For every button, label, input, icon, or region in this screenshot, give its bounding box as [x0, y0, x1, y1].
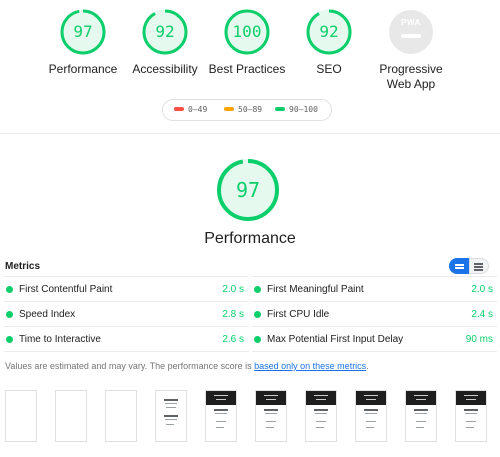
legend-average-label: 50–89: [238, 105, 263, 114]
legend-average: 50–89: [224, 105, 262, 114]
metric-name: First CPU Idle: [267, 309, 330, 320]
metrics-note: Values are estimated and may vary. The p…: [5, 361, 369, 371]
score-value: 100: [232, 22, 262, 41]
pwa-badge-icon: PWA: [389, 10, 433, 54]
pwa-label-line2: Web App: [386, 77, 436, 91]
filmstrip-frame: [355, 390, 387, 442]
pass-icon: [254, 336, 261, 343]
metric-name: First Meaningful Paint: [267, 284, 364, 295]
legend-fail: 0–49: [174, 105, 207, 114]
pass-icon: [254, 311, 261, 318]
pwa-dash: [401, 34, 421, 38]
score-ring: 97: [59, 8, 107, 56]
pass-icon: [6, 336, 13, 343]
pass-icon: [6, 311, 13, 318]
pwa-badge-text: PWA: [401, 18, 421, 27]
metric-value: 2.0 s: [222, 284, 244, 295]
note-text: Values are estimated and may vary. The p…: [5, 361, 255, 371]
metric-value: 90 ms: [465, 334, 493, 345]
metric-row: Time to Interactive 2.6 s: [4, 326, 249, 352]
metric-row: Speed Index 2.8 s: [4, 301, 249, 326]
filmstrip-frame: [105, 390, 137, 442]
score-ring: 92: [305, 8, 353, 56]
filmstrip: [0, 388, 500, 448]
gauge-pwa[interactable]: PWA Progressive Web App: [361, 8, 461, 92]
metrics-column-right: First Meaningful Paint 2.0 s First CPU I…: [252, 276, 497, 352]
legend-pass: 90–100: [275, 105, 318, 114]
expanded-view-icon[interactable]: [469, 258, 489, 274]
compact-view-icon[interactable]: [449, 258, 469, 274]
score-legend: 0–49 50–89 90–100: [162, 99, 332, 121]
metric-value: 2.0 s: [471, 284, 493, 295]
metric-name: Time to Interactive: [19, 334, 101, 345]
legend-fail-mark: [174, 107, 184, 111]
metric-row: First Meaningful Paint 2.0 s: [252, 276, 497, 301]
metric-row: First Contentful Paint 2.0 s: [4, 276, 249, 301]
legend-fail-label: 0–49: [188, 105, 208, 114]
metric-name: Speed Index: [19, 309, 76, 320]
performance-score-value: 97: [235, 178, 261, 202]
pass-icon: [6, 286, 13, 293]
score-ring: 92: [141, 8, 189, 56]
metrics-view-toggle[interactable]: [449, 258, 489, 274]
metric-name: First Contentful Paint: [19, 284, 113, 295]
legend-average-mark: [224, 107, 234, 111]
filmstrip-frame: [5, 390, 37, 442]
filmstrip-frame: [305, 390, 337, 442]
filmstrip-frame: [405, 390, 437, 442]
legend-pass-mark: [275, 107, 285, 111]
metrics-title: Metrics: [5, 261, 41, 272]
metric-value: 2.8 s: [222, 309, 244, 320]
metric-row: Max Potential First Input Delay 90 ms: [252, 326, 497, 352]
category-gauges: 97 Performance 92 Accessibility 100 Best…: [0, 0, 500, 100]
filmstrip-frame: [205, 390, 237, 442]
metric-value: 2.4 s: [471, 309, 493, 320]
note-suffix: .: [366, 361, 369, 371]
filmstrip-frame: [255, 390, 287, 442]
metrics-link[interactable]: based only on these metrics: [254, 361, 366, 371]
section-divider: [0, 133, 500, 134]
filmstrip-frame: [155, 390, 187, 442]
performance-gauge: 97: [216, 158, 280, 222]
score-value: 92: [155, 22, 175, 41]
pwa-label-line1: Progressive: [379, 62, 443, 76]
pass-icon: [254, 286, 261, 293]
metric-value: 2.6 s: [222, 334, 244, 345]
metric-row: First CPU Idle 2.4 s: [252, 301, 497, 326]
performance-title: Performance: [204, 230, 296, 247]
score-value: 92: [319, 22, 339, 41]
legend-pass-label: 90–100: [289, 105, 318, 114]
metric-name: Max Potential First Input Delay: [267, 334, 404, 345]
filmstrip-frame: [455, 390, 487, 442]
score-value: 97: [73, 22, 93, 41]
metrics-column-left: First Contentful Paint 2.0 s Speed Index…: [4, 276, 249, 352]
filmstrip-frame: [55, 390, 87, 442]
score-ring: 100: [223, 8, 271, 56]
gauge-label: Progressive Web App: [361, 62, 461, 92]
